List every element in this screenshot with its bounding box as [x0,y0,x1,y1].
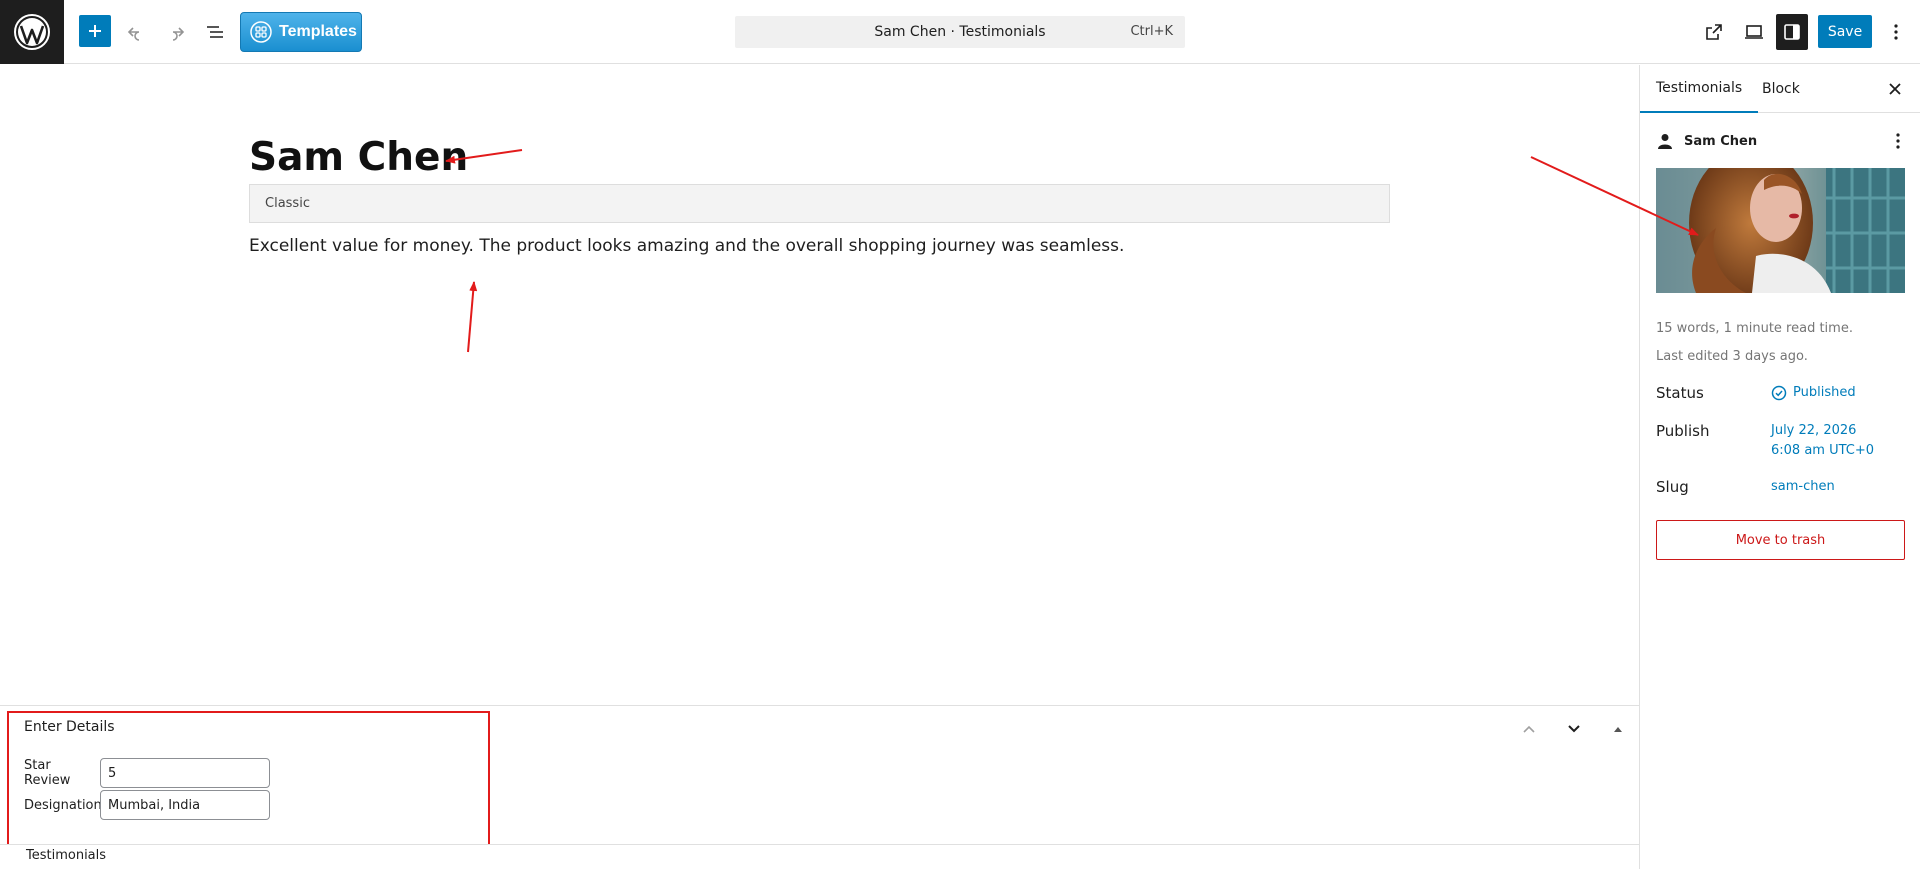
slug-label: Slug [1656,478,1689,496]
breadcrumb[interactable]: Testimonials [26,848,106,863]
chevron-down-icon [1568,725,1580,733]
close-icon [1889,83,1901,95]
save-button[interactable]: Save [1818,15,1872,48]
publish-time: 6:08 am UTC+0 [1771,443,1875,458]
command-palette-bar[interactable]: Sam Chen · Testimonials Ctrl+K [735,16,1185,48]
wordpress-logo-icon [14,14,50,50]
status-value: Published [1793,385,1856,400]
settings-sidebar-toggle[interactable] [1776,14,1808,50]
wordpress-logo[interactable] [0,0,64,64]
featured-image[interactable] [1656,168,1905,293]
status-label: Status [1656,384,1704,402]
sidebar-tabs: Testimonials Block [1640,65,1920,113]
publish-date-button[interactable]: July 22, 2026 6:08 am UTC+0 [1771,421,1874,461]
options-menu-button[interactable] [1879,14,1913,50]
document-overview-button[interactable] [197,14,233,50]
undo-icon [127,27,140,41]
document-title: Sam Chen · Testimonials [874,24,1046,40]
list-view-icon [207,26,223,38]
chevron-up-icon [1523,725,1535,733]
close-sidebar-button[interactable] [1883,77,1907,101]
desktop-preview-icon [1745,25,1763,39]
settings-sidebar: Testimonials Block Sam Chen 15 words, 1 … [1639,65,1920,869]
publish-date: July 22, 2026 [1771,423,1857,438]
editor-canvas: Sam Chen Classic Excellent value for mon… [0,65,1639,706]
last-edited: Last edited 3 days ago. [1656,349,1808,364]
designation-label: Designation [24,797,102,813]
add-block-button[interactable] [79,15,111,47]
post-content-paragraph[interactable]: Excellent value for money. The product l… [249,236,1124,256]
command-shortcut: Ctrl+K [1130,24,1173,39]
external-link-icon [1706,24,1722,40]
more-vertical-icon [1896,133,1900,149]
tab-testimonials[interactable]: Testimonials [1640,65,1759,113]
editor-footer: Testimonials [0,844,1639,869]
move-to-trash-button[interactable]: Move to trash [1656,520,1905,560]
check-circle-icon [1771,385,1787,401]
publish-label: Publish [1656,422,1710,440]
sidebar-toggle-icon [1784,24,1800,40]
post-actions-menu-button[interactable] [1888,129,1908,153]
triangle-up-icon [1614,727,1622,732]
post-summary-header: Sam Chen [1656,129,1906,153]
post-title[interactable]: Sam Chen [249,135,468,180]
author-icon [1658,134,1672,149]
undo-button[interactable] [118,14,154,50]
more-vertical-icon [1894,24,1898,40]
plus-icon [89,25,101,37]
metabox-toggle-button[interactable] [1607,718,1629,740]
enter-details-metabox: Enter Details Star Review Designation [0,705,1639,845]
post-name: Sam Chen [1684,133,1758,149]
designation-input[interactable] [100,790,270,820]
tab-block[interactable]: Block [1746,65,1816,113]
view-post-button[interactable] [1696,14,1732,50]
metabox-move-down-button[interactable] [1563,718,1585,740]
metabox-title[interactable]: Enter Details [24,719,115,735]
redo-icon [172,27,185,41]
templates-button[interactable]: Templates [240,12,362,52]
designation-row: Designation [24,790,270,820]
featured-image-photo [1656,168,1905,293]
templates-label: Templates [279,23,357,40]
templates-grid-icon [250,21,272,43]
classic-block-toolbar[interactable]: Classic [249,184,1390,223]
preview-button[interactable] [1736,14,1772,50]
star-review-input[interactable] [100,758,270,788]
status-value-button[interactable]: Published [1771,383,1856,403]
star-review-row: Star Review [24,758,270,788]
metabox-move-up-button[interactable] [1518,718,1540,740]
star-review-label: Star Review [24,758,71,788]
slug-value[interactable]: sam-chen [1771,477,1835,497]
word-count: 15 words, 1 minute read time. [1656,321,1853,336]
editor-toolbar: Templates Sam Chen · Testimonials Ctrl+K… [0,0,1920,64]
redo-button[interactable] [158,14,194,50]
